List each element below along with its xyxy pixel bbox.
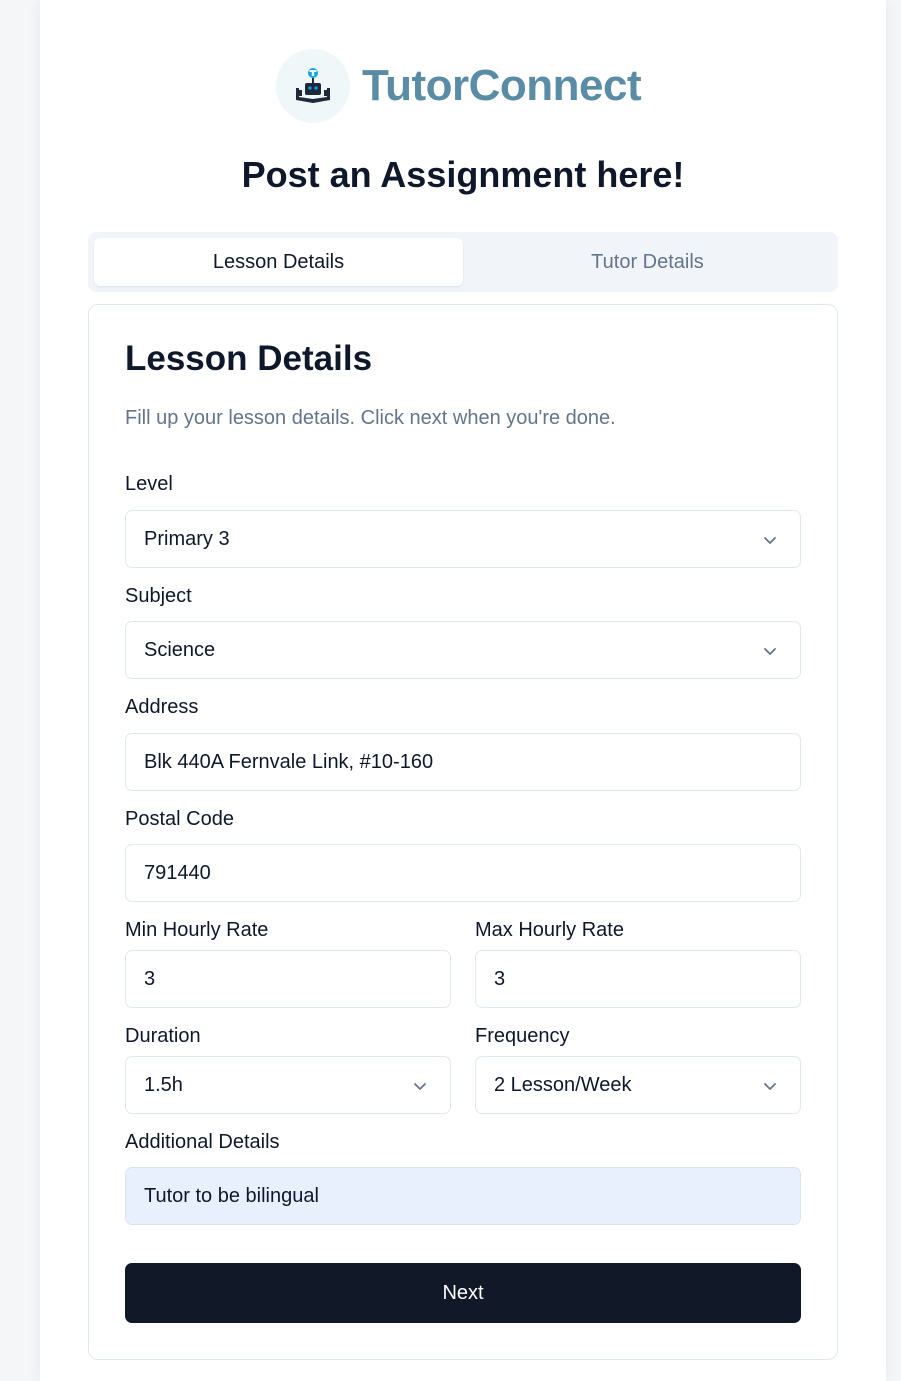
min-rate-input[interactable]: 3 <box>125 950 451 1008</box>
subject-select[interactable]: Science <box>125 621 801 679</box>
next-button[interactable]: Next <box>125 1263 801 1323</box>
postal-code-value: 791440 <box>144 861 211 884</box>
duration-label: Duration <box>125 1025 201 1047</box>
address-label: Address <box>125 696 199 718</box>
tab-tutor-details[interactable]: Tutor Details <box>463 238 832 286</box>
frequency-select[interactable]: 2 Lesson/Week <box>475 1056 801 1114</box>
level-value: Primary 3 <box>144 527 230 550</box>
subject-value: Science <box>144 638 216 661</box>
page-container: TutorConnect Post an Assignment here! Le… <box>40 0 886 1381</box>
chevron-down-icon <box>764 537 776 544</box>
tab-list: Lesson Details Tutor Details <box>88 232 838 292</box>
chevron-down-icon <box>764 648 776 655</box>
brand-name: TutorConnect <box>362 61 642 110</box>
level-select[interactable]: Primary 3 <box>125 510 801 568</box>
page-title: Post an Assignment here! <box>241 154 685 195</box>
additional-details-label: Additional Details <box>125 1131 280 1153</box>
chevron-down-icon <box>764 1083 776 1090</box>
postal-code-input[interactable]: 791440 <box>125 844 801 902</box>
card-title: Lesson Details <box>125 339 373 378</box>
tab-lesson-details[interactable]: Lesson Details <box>94 238 463 286</box>
max-rate-value: 3 <box>494 967 506 990</box>
card-description: Fill up your lesson details. Click next … <box>125 407 616 429</box>
additional-details-input[interactable]: Tutor to be bilingual <box>125 1167 801 1225</box>
duration-value: 1.5h <box>144 1073 183 1096</box>
frequency-value: 2 Lesson/Week <box>494 1073 632 1096</box>
min-rate-value: 3 <box>144 967 156 990</box>
address-input[interactable]: Blk 440A Fernvale Link, #10-160 <box>125 733 801 791</box>
max-rate-label: Max Hourly Rate <box>475 919 624 941</box>
lesson-details-card: Lesson Details Fill up your lesson detai… <box>88 304 838 1360</box>
postal-code-label: Postal Code <box>125 808 234 830</box>
book-tutor-icon <box>276 49 350 123</box>
duration-select[interactable]: 1.5h <box>125 1056 451 1114</box>
subject-label: Subject <box>125 585 192 607</box>
brand-logo[interactable]: TutorConnect <box>276 48 642 124</box>
additional-details-value: Tutor to be bilingual <box>144 1184 319 1207</box>
max-rate-input[interactable]: 3 <box>475 950 801 1008</box>
address-value: Blk 440A Fernvale Link, #10-160 <box>144 750 434 773</box>
min-rate-label: Min Hourly Rate <box>125 919 269 941</box>
frequency-label: Frequency <box>475 1025 570 1047</box>
level-label: Level <box>125 473 173 495</box>
chevron-down-icon <box>414 1083 426 1090</box>
